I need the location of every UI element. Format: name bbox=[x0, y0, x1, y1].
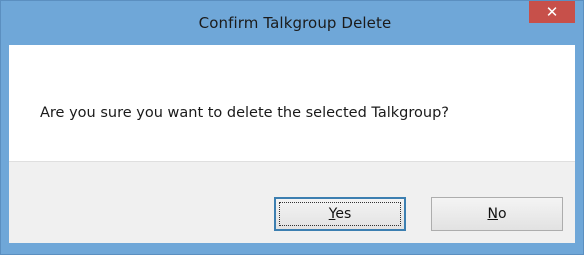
dialog-client-area: Are you sure you want to delete the sele… bbox=[9, 45, 575, 243]
title-bar[interactable]: Confirm Talkgroup Delete ✕ bbox=[1, 1, 583, 45]
no-button[interactable]: No bbox=[431, 197, 563, 231]
no-mnemonic: N bbox=[487, 206, 498, 222]
button-bar: Yes No bbox=[9, 162, 575, 243]
dialog-title: Confirm Talkgroup Delete bbox=[198, 14, 392, 32]
no-label-rest: o bbox=[497, 206, 507, 222]
yes-button[interactable]: Yes bbox=[274, 197, 406, 231]
yes-button-label: Yes bbox=[329, 206, 352, 222]
no-button-label: No bbox=[487, 206, 506, 222]
confirmation-message: Are you sure you want to delete the sele… bbox=[40, 105, 449, 121]
close-icon: ✕ bbox=[545, 2, 559, 21]
dialog-window: Confirm Talkgroup Delete ✕ Are you sure … bbox=[0, 0, 584, 255]
close-button[interactable]: ✕ bbox=[529, 1, 575, 23]
message-area: Are you sure you want to delete the sele… bbox=[9, 45, 575, 162]
yes-label-rest: es bbox=[335, 206, 352, 222]
